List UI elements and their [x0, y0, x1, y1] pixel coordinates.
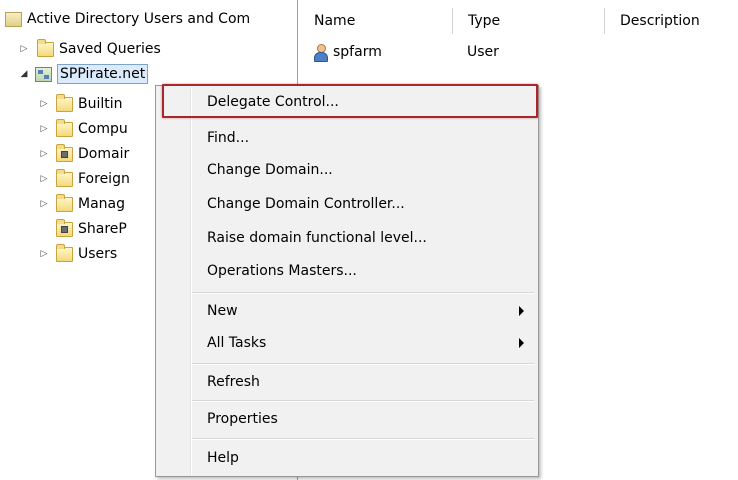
ou-folder-icon: [56, 143, 73, 162]
tree-item-label: Users: [78, 246, 118, 262]
menu-item-operations-masters[interactable]: Operations Masters...: [158, 255, 536, 287]
expand-arrow-icon[interactable]: ▷: [37, 93, 51, 115]
tree-item-label: Domair: [78, 146, 130, 162]
list-row-type: User: [467, 44, 499, 60]
collapse-arrow-icon[interactable]: ◢: [17, 63, 31, 85]
expand-arrow-icon[interactable]: ▷: [37, 243, 51, 265]
folder-icon: [37, 38, 54, 57]
column-header-description[interactable]: Description: [605, 8, 738, 34]
folder-icon: [56, 118, 73, 137]
column-header-name[interactable]: Name: [299, 8, 453, 34]
tree-item-domain-controllers[interactable]: ▷ Domair: [37, 143, 129, 165]
tree-root-label: Active Directory Users and Com: [27, 11, 251, 27]
active-directory-icon: [5, 11, 22, 27]
no-expand-spacer: [37, 218, 51, 240]
list-row-name[interactable]: spfarm: [312, 41, 382, 63]
expand-arrow-icon[interactable]: ▷: [37, 143, 51, 165]
expand-arrow-icon[interactable]: ▷: [17, 38, 31, 60]
user-icon: [312, 44, 328, 62]
submenu-arrow-icon: [519, 338, 524, 348]
menu-item-properties[interactable]: Properties: [158, 403, 536, 435]
context-menu: Delegate Control... Find... Change Domai…: [155, 85, 539, 477]
tree-item-computers[interactable]: ▷ Compu: [37, 118, 128, 140]
tree-item-label: Compu: [78, 121, 128, 137]
tree-item-users[interactable]: ▷ Users: [37, 243, 117, 265]
menu-separator: [192, 292, 534, 294]
tree-item-managed[interactable]: ▷ Manag: [37, 193, 125, 215]
tree-item-label: Saved Queries: [59, 41, 161, 57]
tree-item-label: SPPirate.net: [57, 64, 149, 84]
tree-item-domain[interactable]: ◢ SPPirate.net: [17, 63, 149, 85]
tree-item-foreign-security[interactable]: ▷ Foreign: [37, 168, 130, 190]
ou-folder-icon: [56, 218, 73, 237]
folder-icon: [56, 193, 73, 212]
menu-item-new[interactable]: New: [158, 295, 536, 327]
tree-item-label: Builtin: [78, 96, 123, 112]
expand-arrow-icon[interactable]: ▷: [37, 168, 51, 190]
tree-root[interactable]: Active Directory Users and Com: [5, 8, 250, 30]
tree-item-label: ShareP: [78, 221, 127, 237]
tree-item-sharepoint[interactable]: ShareP: [37, 218, 127, 240]
submenu-arrow-icon: [519, 306, 524, 316]
expand-arrow-icon[interactable]: ▷: [37, 193, 51, 215]
menu-item-all-tasks[interactable]: All Tasks: [158, 327, 536, 359]
tree-item-label: Foreign: [78, 171, 130, 187]
menu-separator: [192, 438, 534, 440]
folder-icon: [56, 93, 73, 112]
folder-icon: [56, 168, 73, 187]
tree-item-builtin[interactable]: ▷ Builtin: [37, 93, 123, 115]
menu-separator: [192, 400, 534, 402]
tree-item-label: Manag: [78, 196, 125, 212]
menu-item-raise-domain-level[interactable]: Raise domain functional level...: [158, 222, 536, 254]
tree-item-saved-queries[interactable]: ▷ Saved Queries: [17, 38, 161, 60]
expand-arrow-icon[interactable]: ▷: [37, 118, 51, 140]
menu-item-find[interactable]: Find...: [158, 122, 536, 154]
menu-item-change-domain[interactable]: Change Domain...: [158, 154, 536, 186]
folder-icon: [56, 243, 73, 262]
menu-item-delegate-control[interactable]: Delegate Control...: [158, 86, 536, 118]
domain-icon: [35, 66, 52, 82]
menu-separator: [192, 363, 534, 365]
column-header-type[interactable]: Type: [453, 8, 605, 34]
menu-item-refresh[interactable]: Refresh: [158, 366, 536, 398]
menu-item-help[interactable]: Help: [158, 442, 536, 474]
menu-item-change-domain-controller[interactable]: Change Domain Controller...: [158, 188, 536, 220]
